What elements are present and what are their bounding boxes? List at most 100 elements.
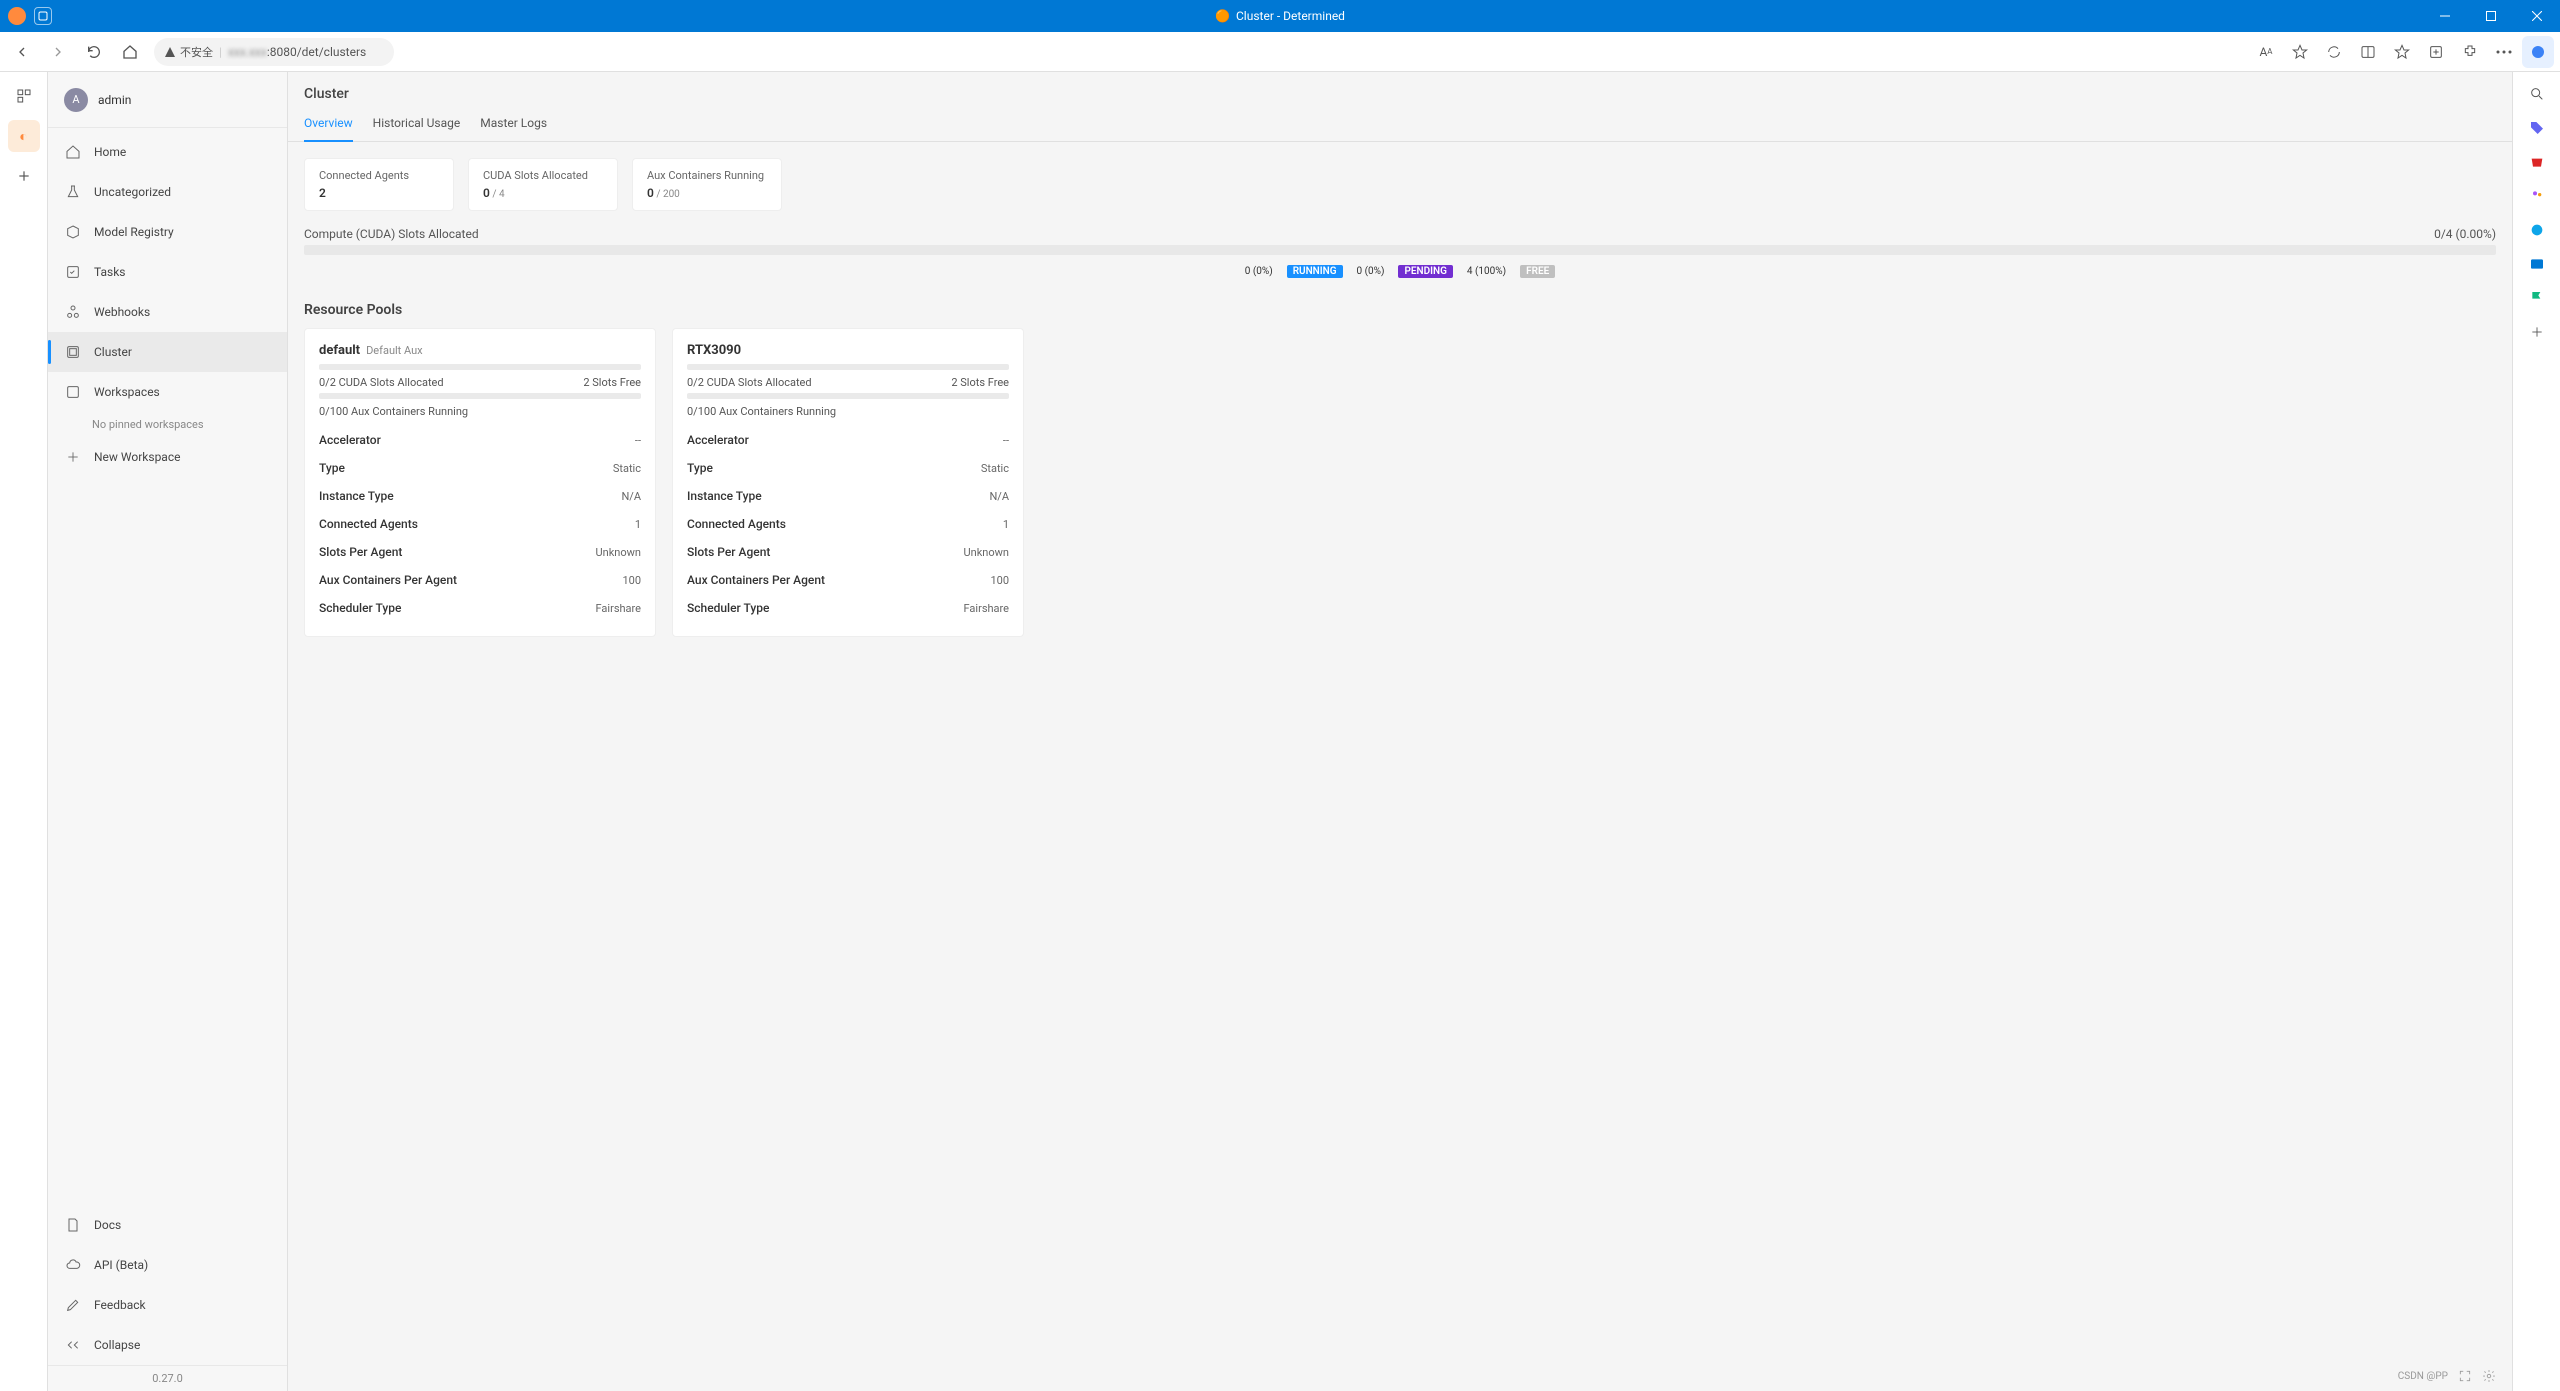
pool-attribute-row: Accelerator --	[319, 426, 641, 454]
pool-attr-value: Fairshare	[964, 602, 1009, 615]
pools-grid: defaultDefault Aux0/2 CUDA Slots Allocat…	[288, 328, 2512, 653]
tab-overview[interactable]: Overview	[304, 116, 353, 142]
plus-icon	[64, 448, 82, 466]
sidebar-item-cluster[interactable]: Cluster	[48, 332, 287, 372]
browser-toolbar: 不安全 | xxx.xxx:8080/det/clusters AA	[0, 32, 2560, 72]
more-icon[interactable]	[2488, 36, 2520, 68]
stats-row: Connected Agents 2 CUDA Slots Allocated …	[288, 142, 2512, 227]
stat-aux-containers: Aux Containers Running 0 / 200	[632, 158, 782, 211]
pool-attr-value: Fairshare	[596, 602, 641, 615]
pool-attribute-row: Slots Per AgentUnknown	[319, 538, 641, 566]
tag-icon[interactable]	[2527, 118, 2547, 138]
refresh-button[interactable]	[78, 36, 110, 68]
split-icon[interactable]	[2352, 36, 2384, 68]
pool-attr-value: 100	[990, 574, 1009, 587]
security-warning: 不安全	[164, 44, 213, 60]
sidebar-item-workspaces[interactable]: Workspaces	[48, 372, 287, 412]
stat-label: CUDA Slots Allocated	[483, 169, 603, 182]
browser-tab-rail: ◐	[0, 72, 48, 1391]
sidebar-item-tasks[interactable]: Tasks	[48, 252, 287, 292]
text-size-icon[interactable]: AA	[2250, 36, 2282, 68]
active-tab-icon[interactable]: ◐	[8, 120, 40, 152]
flag-icon[interactable]	[2527, 288, 2547, 308]
pool-slots-allocated: 0/2 CUDA Slots Allocated	[687, 376, 812, 389]
pool-attr-label: Accelerator	[319, 433, 381, 447]
pool-attr-label: Instance Type	[687, 489, 762, 503]
page-tabs: Overview Historical Usage Master Logs	[288, 102, 2512, 142]
collections-icon[interactable]	[2420, 36, 2452, 68]
new-tab-button[interactable]	[8, 160, 40, 192]
pool-attr-label: Aux Containers Per Agent	[687, 573, 825, 587]
user-section[interactable]: A admin	[48, 72, 287, 128]
pool-attr-value: 1	[1003, 518, 1009, 531]
settings-icon[interactable]	[2482, 1369, 2496, 1383]
docs-icon	[64, 1216, 82, 1234]
pool-attr-label: Accelerator	[687, 433, 749, 447]
app-icon: 🟠	[1215, 9, 1230, 23]
copilot-icon[interactable]	[34, 7, 52, 25]
sidebar-item-uncategorized[interactable]: Uncategorized	[48, 172, 287, 212]
sidebar-item-new-workspace[interactable]: New Workspace	[48, 437, 287, 477]
people-icon[interactable]	[2527, 186, 2547, 206]
pool-title: RTX3090	[687, 343, 1009, 358]
fullscreen-icon[interactable]	[2458, 1369, 2472, 1383]
tab-master-logs[interactable]: Master Logs	[480, 116, 547, 141]
forward-button[interactable]	[42, 36, 74, 68]
pool-attr-value: --	[635, 434, 641, 447]
copilot-button[interactable]	[2522, 36, 2554, 68]
main-content: Cluster Overview Historical Usage Master…	[288, 72, 2512, 1391]
sidebar-item-collapse[interactable]: Collapse	[48, 1325, 287, 1365]
favorites-list-icon[interactable]	[2386, 36, 2418, 68]
shopping-icon[interactable]	[2527, 152, 2547, 172]
sidebar-item-label: Workspaces	[94, 385, 160, 399]
sidebar-item-feedback[interactable]: Feedback	[48, 1285, 287, 1325]
address-bar[interactable]: 不安全 | xxx.xxx:8080/det/clusters	[154, 38, 394, 66]
close-button[interactable]	[2514, 0, 2560, 32]
tab-historical-usage[interactable]: Historical Usage	[373, 116, 461, 141]
window-titlebar: 🟠 Cluster - Determined	[0, 0, 2560, 32]
profile-icon[interactable]	[8, 7, 26, 25]
pool-attribute-row: Connected Agents1	[687, 510, 1009, 538]
sync-icon[interactable]	[2318, 36, 2350, 68]
pool-attr-label: Scheduler Type	[687, 601, 769, 615]
stat-connected-agents: Connected Agents 2	[304, 158, 454, 211]
pool-slots-free: 2 Slots Free	[583, 376, 641, 389]
pool-attr-value: 100	[622, 574, 641, 587]
search-icon[interactable]	[2527, 84, 2547, 104]
pool-attr-label: Instance Type	[319, 489, 394, 503]
sidebar-item-label: Docs	[94, 1218, 121, 1232]
allocation-bar	[304, 245, 2496, 255]
sidebar-item-label: Uncategorized	[94, 185, 171, 199]
sidebar-item-api[interactable]: API (Beta)	[48, 1245, 287, 1285]
pool-attr-value: 1	[635, 518, 641, 531]
gear-icon[interactable]	[2527, 220, 2547, 240]
pool-attr-value: Static	[981, 462, 1009, 475]
pool-card[interactable]: RTX30900/2 CUDA Slots Allocated2 Slots F…	[672, 328, 1024, 637]
page-title: Cluster	[304, 86, 2496, 102]
extensions-icon[interactable]	[2454, 36, 2486, 68]
sidebar-item-label: New Workspace	[94, 450, 180, 464]
pool-card[interactable]: defaultDefault Aux0/2 CUDA Slots Allocat…	[304, 328, 656, 637]
legend-free-count: 4 (100%)	[1467, 266, 1506, 277]
outlook-icon[interactable]	[2527, 254, 2547, 274]
favorite-icon[interactable]	[2284, 36, 2316, 68]
url-text: xxx.xxx:8080/det/clusters	[228, 45, 366, 59]
legend-running-chip: RUNNING	[1287, 265, 1343, 278]
pool-attribute-row: Connected Agents1	[319, 510, 641, 538]
avatar: A	[64, 88, 88, 112]
sidebar-item-webhooks[interactable]: Webhooks	[48, 292, 287, 332]
minimize-button[interactable]	[2422, 0, 2468, 32]
stat-value: 0	[483, 186, 490, 200]
pool-attribute-row: Aux Containers Per Agent 100	[687, 566, 1009, 594]
stat-value: 0	[647, 186, 654, 200]
pool-attribute-row: Instance TypeN/A	[319, 482, 641, 510]
sidebar-item-model-registry[interactable]: Model Registry	[48, 212, 287, 252]
sidebar-item-docs[interactable]: Docs	[48, 1205, 287, 1245]
cloud-icon	[64, 1256, 82, 1274]
back-button[interactable]	[6, 36, 38, 68]
home-button[interactable]	[114, 36, 146, 68]
maximize-button[interactable]	[2468, 0, 2514, 32]
add-panel-icon[interactable]	[2527, 322, 2547, 342]
tab-manager-icon[interactable]	[8, 80, 40, 112]
sidebar-item-home[interactable]: Home	[48, 132, 287, 172]
